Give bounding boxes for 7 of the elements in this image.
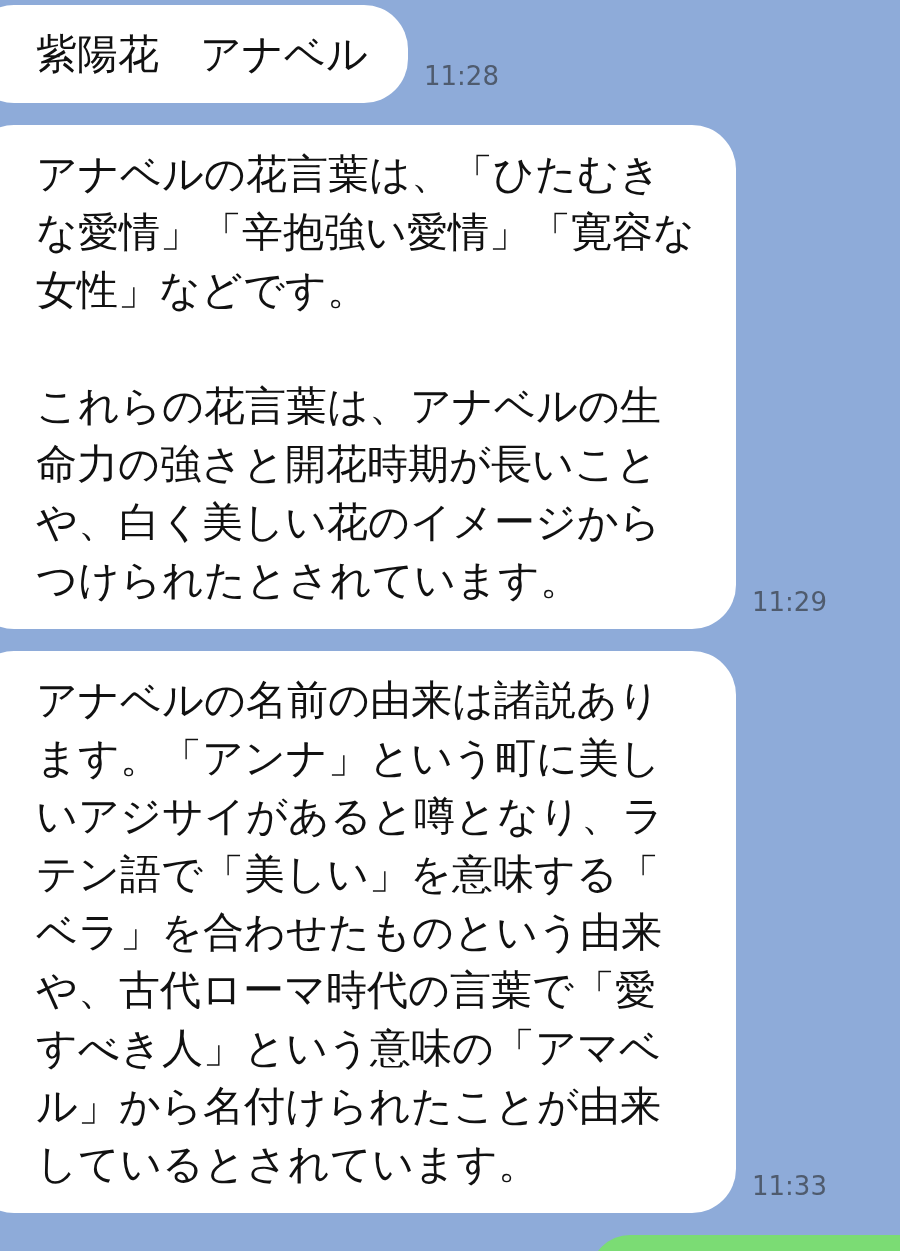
message-text: 紫陽花 アナベル — [36, 29, 368, 80]
message-time: 11:29 — [752, 587, 827, 619]
message-text: アナベルの花言葉は、「ひたむきな愛情」「辛抱強い愛情」「寛容な女性」などです。 — [36, 149, 696, 316]
message-time: 11:28 — [424, 61, 499, 93]
message-text: アナベルの名前の由来は諸説あります。「アンナ」という町に美しいアジサイがあると噂となり、ラテン語で「美しい」を意味する「ベラ」を合わせたものという由来や、古代ローマ時代の言葉で「愛すべき人」という意味の「アマベル」から名付けられたことが由来しているとされています。 — [36, 675, 665, 1190]
message-time: 11:33 — [752, 1171, 827, 1203]
message-text: これらの花言葉は、アナベルの生命力の強さと開花時期が長いことや、白く美しい花のイメージからつけられたとされています。 — [36, 381, 662, 606]
